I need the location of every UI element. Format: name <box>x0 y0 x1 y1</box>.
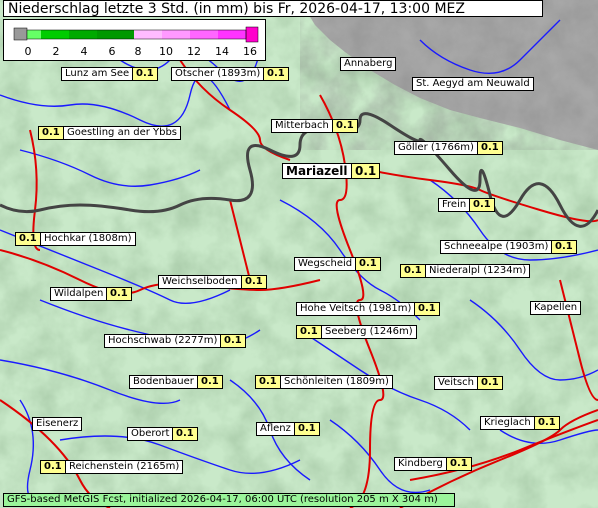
legend-tick: 16 <box>243 45 257 58</box>
location-label: Schönleiten (1809m) <box>280 375 393 389</box>
precip-value-badge: 0.1 <box>132 67 158 81</box>
location-label: Aflenz <box>256 422 295 436</box>
precip-value-badge: 0.1 <box>296 325 322 339</box>
location-label: Kapellen <box>530 301 582 315</box>
precip-value-badge: 0.1 <box>446 457 472 471</box>
map-footer: GFS-based MetGIS Fcst, initialized 2026-… <box>3 493 455 507</box>
location-label: Mariazell <box>282 163 352 179</box>
location-label: Veitsch <box>434 376 478 390</box>
legend-tick: 0 <box>24 45 32 58</box>
location-label: Goestling an der Ybbs <box>63 126 182 140</box>
precip-value-badge: 0.1 <box>355 257 381 271</box>
precip-value-badge: 0.1 <box>40 460 66 474</box>
precip-value-badge: 0.1 <box>400 264 426 278</box>
legend-tick: 4 <box>80 45 88 58</box>
location-label: Bodenbauer <box>129 375 198 389</box>
legend-tick: 6 <box>108 45 116 58</box>
precip-value-badge: 0.1 <box>332 119 358 133</box>
location-label: Hohe Veitsch (1981m) <box>296 302 416 316</box>
precip-value-badge: 0.1 <box>241 275 267 289</box>
location-label: Wildalpen <box>50 287 108 301</box>
location-label: Wegscheid <box>294 257 357 271</box>
legend-tick: 10 <box>159 45 173 58</box>
legend-tick: 12 <box>187 45 201 58</box>
location-label: Krieglach <box>480 416 535 430</box>
precip-value-badge: 0.1 <box>106 287 132 301</box>
precip-value-badge: 0.1 <box>220 334 246 348</box>
precip-value-badge: 0.1 <box>477 376 503 390</box>
location-label: St. Aegyd am Neuwald <box>412 77 534 91</box>
precip-value-badge: 0.1 <box>255 375 281 389</box>
location-label: Oberort <box>127 427 174 441</box>
location-label: Lunz am See <box>61 67 134 81</box>
precip-value-badge: 0.1 <box>469 198 495 212</box>
legend-tick: 8 <box>134 45 142 58</box>
location-label: Hochkar (1808m) <box>40 232 136 246</box>
legend-tick: 2 <box>52 45 60 58</box>
location-label: Eisenerz <box>32 417 83 431</box>
location-label: Ötscher (1893m) <box>171 67 265 81</box>
precipitation-map: Niederschlag letzte 3 Std. (in mm) bis F… <box>0 0 598 508</box>
precip-value-badge: 0.1 <box>38 126 64 140</box>
precip-value-badge: 0.1 <box>351 163 381 179</box>
legend-tick: 14 <box>215 45 229 58</box>
location-label: Annaberg <box>340 57 397 71</box>
location-label: Niederalpl (1234m) <box>425 264 531 278</box>
precip-value-badge: 0.1 <box>15 232 41 246</box>
location-label: Kindberg <box>394 457 447 471</box>
precip-value-badge: 0.1 <box>414 302 440 316</box>
location-label: Reichenstein (2165m) <box>65 460 184 474</box>
precipitation-legend: 0 2 4 6 8 10 12 14 16 <box>3 19 266 61</box>
precip-value-badge: 0.1 <box>294 422 320 436</box>
location-label: Schneealpe (1903m) <box>440 240 553 254</box>
precip-value-badge: 0.1 <box>551 240 577 254</box>
location-label: Weichselboden <box>158 275 242 289</box>
precip-value-badge: 0.1 <box>197 375 223 389</box>
precip-value-badge: 0.1 <box>263 67 289 81</box>
precip-value-badge: 0.1 <box>172 427 198 441</box>
location-label: Seeberg (1246m) <box>321 325 417 339</box>
precip-value-badge: 0.1 <box>534 416 560 430</box>
map-title: Niederschlag letzte 3 Std. (in mm) bis F… <box>3 0 543 17</box>
location-label: Göller (1766m) <box>394 141 478 155</box>
location-label: Frein <box>438 198 471 212</box>
location-label: Mitterbach <box>271 119 333 133</box>
precip-value-badge: 0.1 <box>477 141 503 155</box>
location-label: Hochschwab (2277m) <box>104 334 222 348</box>
